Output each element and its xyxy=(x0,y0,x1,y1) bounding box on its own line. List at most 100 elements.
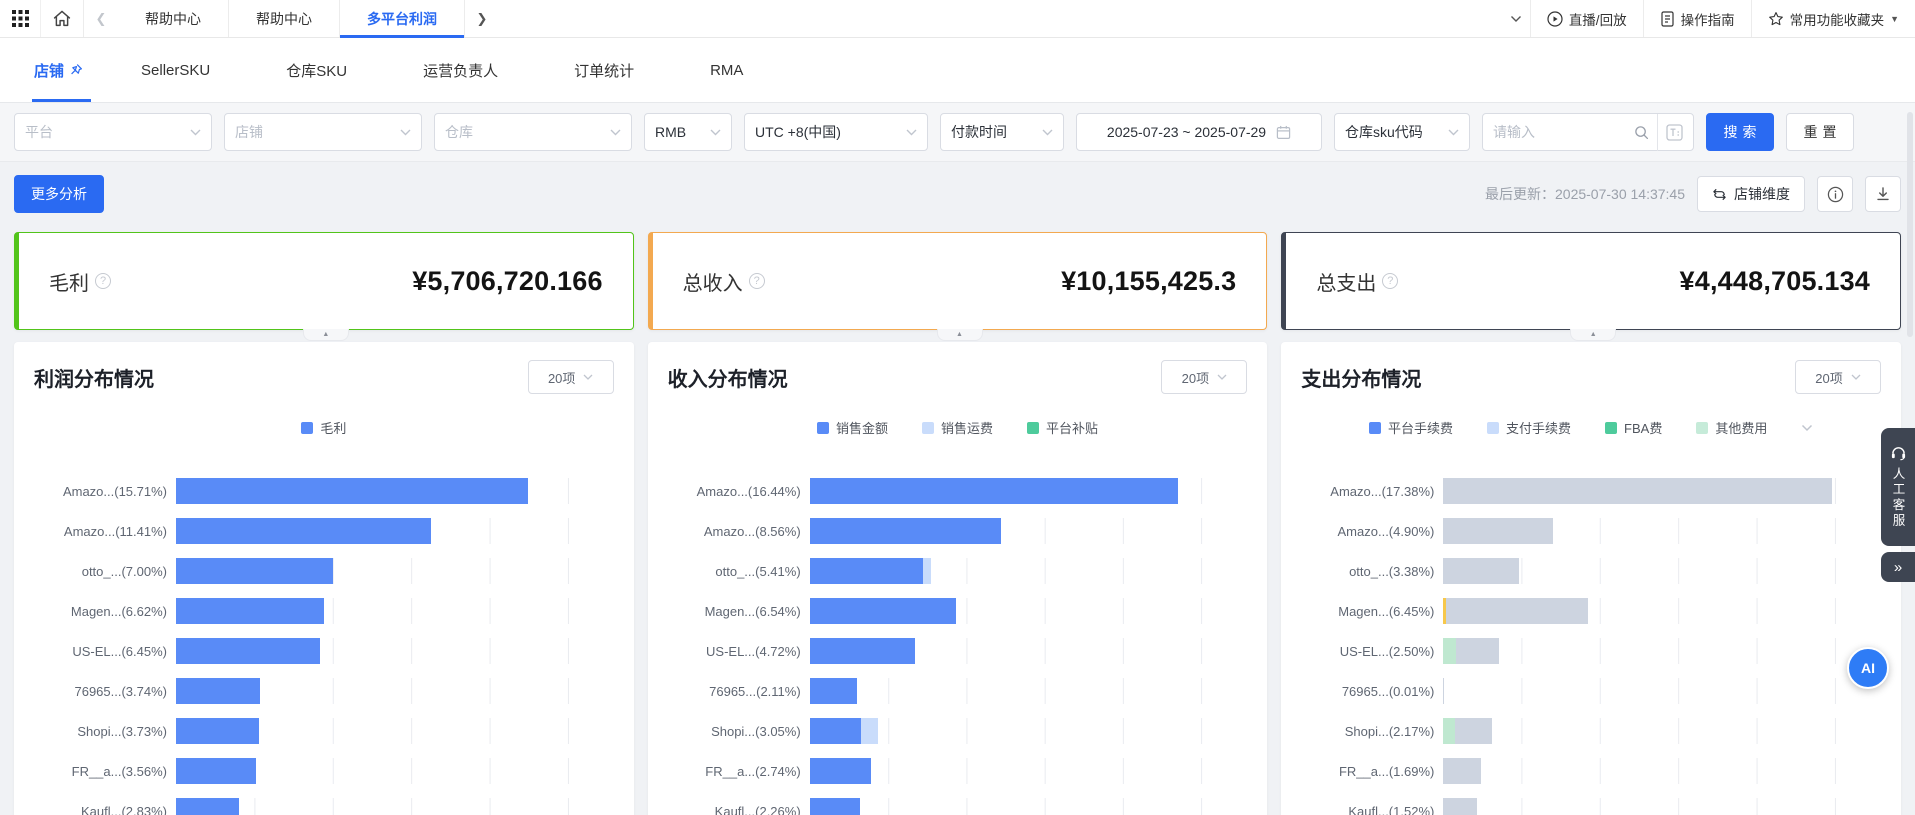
legend-item[interactable]: 销售运费 xyxy=(922,418,993,437)
dimension-switch-button[interactable]: 店铺维度 xyxy=(1697,176,1805,212)
chevron-down-icon xyxy=(1851,374,1861,380)
window-tab-help-center-2[interactable]: 帮助中心 xyxy=(229,0,340,37)
bar-segment[interactable] xyxy=(810,798,861,815)
legend-item[interactable]: FBA费 xyxy=(1605,418,1662,437)
toolbar-right-group: 最后更新：2025-07-30 14:37:45 店铺维度 xyxy=(1485,176,1901,212)
tabs-overflow-chevron[interactable] xyxy=(1494,0,1530,37)
bar-segment[interactable] xyxy=(1443,558,1519,584)
bar-segment[interactable] xyxy=(1443,758,1481,784)
legend-more-chevron[interactable] xyxy=(1801,419,1813,437)
legend-item[interactable]: 销售金额 xyxy=(817,418,888,437)
help-icon[interactable]: ? xyxy=(1382,273,1398,289)
keyword-search-box[interactable] xyxy=(1482,113,1694,151)
bar-segment[interactable] xyxy=(176,718,259,744)
bar-segment[interactable] xyxy=(1446,598,1588,624)
legend-item[interactable]: 毛利 xyxy=(301,418,346,437)
bar-segment[interactable] xyxy=(1456,638,1500,664)
customer-service-tab[interactable]: 人工客服 xyxy=(1881,428,1915,546)
bar-segment[interactable] xyxy=(1455,718,1492,744)
home-tab[interactable] xyxy=(40,0,84,37)
ai-assistant-button[interactable]: AI xyxy=(1847,647,1889,689)
keyword-input[interactable] xyxy=(1493,124,1634,140)
bar-segment[interactable] xyxy=(810,478,1178,504)
chevron-down-icon xyxy=(906,129,917,136)
bar-segment[interactable] xyxy=(1443,718,1454,744)
bar-segment[interactable] xyxy=(176,558,333,584)
date-range-picker[interactable]: 2025-07-23 ~ 2025-07-29 xyxy=(1076,113,1322,151)
kpi-collapse-handle[interactable]: ▲ xyxy=(1570,329,1616,341)
bar-track xyxy=(1443,558,1891,584)
bar-segment[interactable] xyxy=(1443,678,1444,704)
bar-segment[interactable] xyxy=(176,678,260,704)
bar-track xyxy=(1443,758,1891,784)
bar-category-label: FR__a...(2.74%) xyxy=(648,764,810,779)
reset-button[interactable]: 重置 xyxy=(1786,113,1854,151)
download-button[interactable] xyxy=(1865,176,1901,212)
bar-segment[interactable] xyxy=(176,798,239,815)
bar-segment[interactable] xyxy=(810,718,861,744)
chevron-down-icon xyxy=(1217,374,1227,380)
search-button[interactable]: 搜索 xyxy=(1706,113,1774,151)
top-n-select[interactable]: 20项 xyxy=(528,360,614,394)
nav-item-warehouse-sku[interactable]: 仓库SKU xyxy=(248,38,385,102)
legend-item[interactable]: 平台手续费 xyxy=(1369,418,1453,437)
nav-item-sellersku[interactable]: SellerSKU xyxy=(103,38,248,102)
legend-item[interactable]: 其他费用 xyxy=(1696,418,1767,437)
play-circle-icon xyxy=(1547,11,1563,27)
favorites-menu-item[interactable]: 常用功能收藏夹 ▼ xyxy=(1751,0,1915,37)
nav-item-order-stats[interactable]: 订单统计 xyxy=(536,38,672,102)
bar-segment[interactable] xyxy=(1443,798,1477,815)
sku-field-select[interactable]: 仓库sku代码 xyxy=(1334,113,1470,151)
bar-segment[interactable] xyxy=(176,518,431,544)
nav-item-rma[interactable]: RMA xyxy=(672,38,781,102)
sidebar-collapse-tab[interactable]: » xyxy=(1881,552,1915,582)
bar-segment[interactable] xyxy=(176,598,324,624)
legend-item[interactable]: 支付手续费 xyxy=(1487,418,1571,437)
bar-segment[interactable] xyxy=(1443,638,1455,664)
apps-grid-icon[interactable] xyxy=(0,0,40,37)
warehouse-select[interactable]: 仓库 xyxy=(434,113,632,151)
bar-row: otto_...(3.38%) xyxy=(1281,551,1901,591)
kpi-collapse-handle[interactable]: ▲ xyxy=(303,329,349,341)
bar-segment[interactable] xyxy=(810,518,1002,544)
kpi-collapse-handle[interactable]: ▲ xyxy=(937,329,983,341)
bar-segment[interactable] xyxy=(1443,518,1553,544)
bar-segment[interactable] xyxy=(810,638,916,664)
bar-track xyxy=(810,478,1258,504)
top-n-select[interactable]: 20项 xyxy=(1161,360,1247,394)
currency-select[interactable]: RMB xyxy=(644,113,732,151)
time-type-select[interactable]: 付款时间 xyxy=(940,113,1064,151)
tab-scroll-right-icon[interactable]: ❯ xyxy=(465,0,499,37)
tab-scroll-left-icon[interactable]: ❮ xyxy=(84,0,118,37)
nav-item-shop[interactable]: 店铺 xyxy=(20,38,103,102)
more-analysis-button[interactable]: 更多分析 xyxy=(14,175,104,213)
legend-item[interactable]: 平台补贴 xyxy=(1027,418,1098,437)
window-tab-help-center-1[interactable]: 帮助中心 xyxy=(118,0,229,37)
platform-select[interactable]: 平台 xyxy=(14,113,212,151)
bar-segment[interactable] xyxy=(810,598,956,624)
shop-select[interactable]: 店铺 xyxy=(224,113,422,151)
live-replay-menu-item[interactable]: 直播/回放 xyxy=(1530,0,1643,37)
help-icon[interactable]: ? xyxy=(95,273,111,289)
top-n-select[interactable]: 20项 xyxy=(1795,360,1881,394)
info-button[interactable] xyxy=(1817,176,1853,212)
bar-segment[interactable] xyxy=(176,638,320,664)
sku-field-value: 仓库sku代码 xyxy=(1345,122,1440,142)
bar-segment[interactable] xyxy=(923,558,930,584)
bar-segment[interactable] xyxy=(176,758,256,784)
bar-segment[interactable] xyxy=(176,478,528,504)
bar-row: US-EL...(6.45%) xyxy=(14,631,634,671)
operation-guide-menu-item[interactable]: 操作指南 xyxy=(1643,0,1751,37)
timezone-select[interactable]: UTC +8(中国) xyxy=(744,113,928,151)
bar-segment[interactable] xyxy=(1443,478,1832,504)
help-icon[interactable]: ? xyxy=(749,273,765,289)
bar-segment[interactable] xyxy=(810,758,871,784)
batch-input-icon[interactable] xyxy=(1666,124,1683,141)
window-tab-multiplatform-profit[interactable]: 多平台利润 xyxy=(340,0,465,37)
vertical-scrollbar-thumb[interactable] xyxy=(1907,112,1913,337)
bar-segment[interactable] xyxy=(810,558,924,584)
nav-item-operation-manager[interactable]: 运营负责人 xyxy=(385,38,536,102)
bar-segment[interactable] xyxy=(861,718,878,744)
bar-segment[interactable] xyxy=(810,678,857,704)
kpi-label-group: 毛利 ? xyxy=(49,267,111,296)
